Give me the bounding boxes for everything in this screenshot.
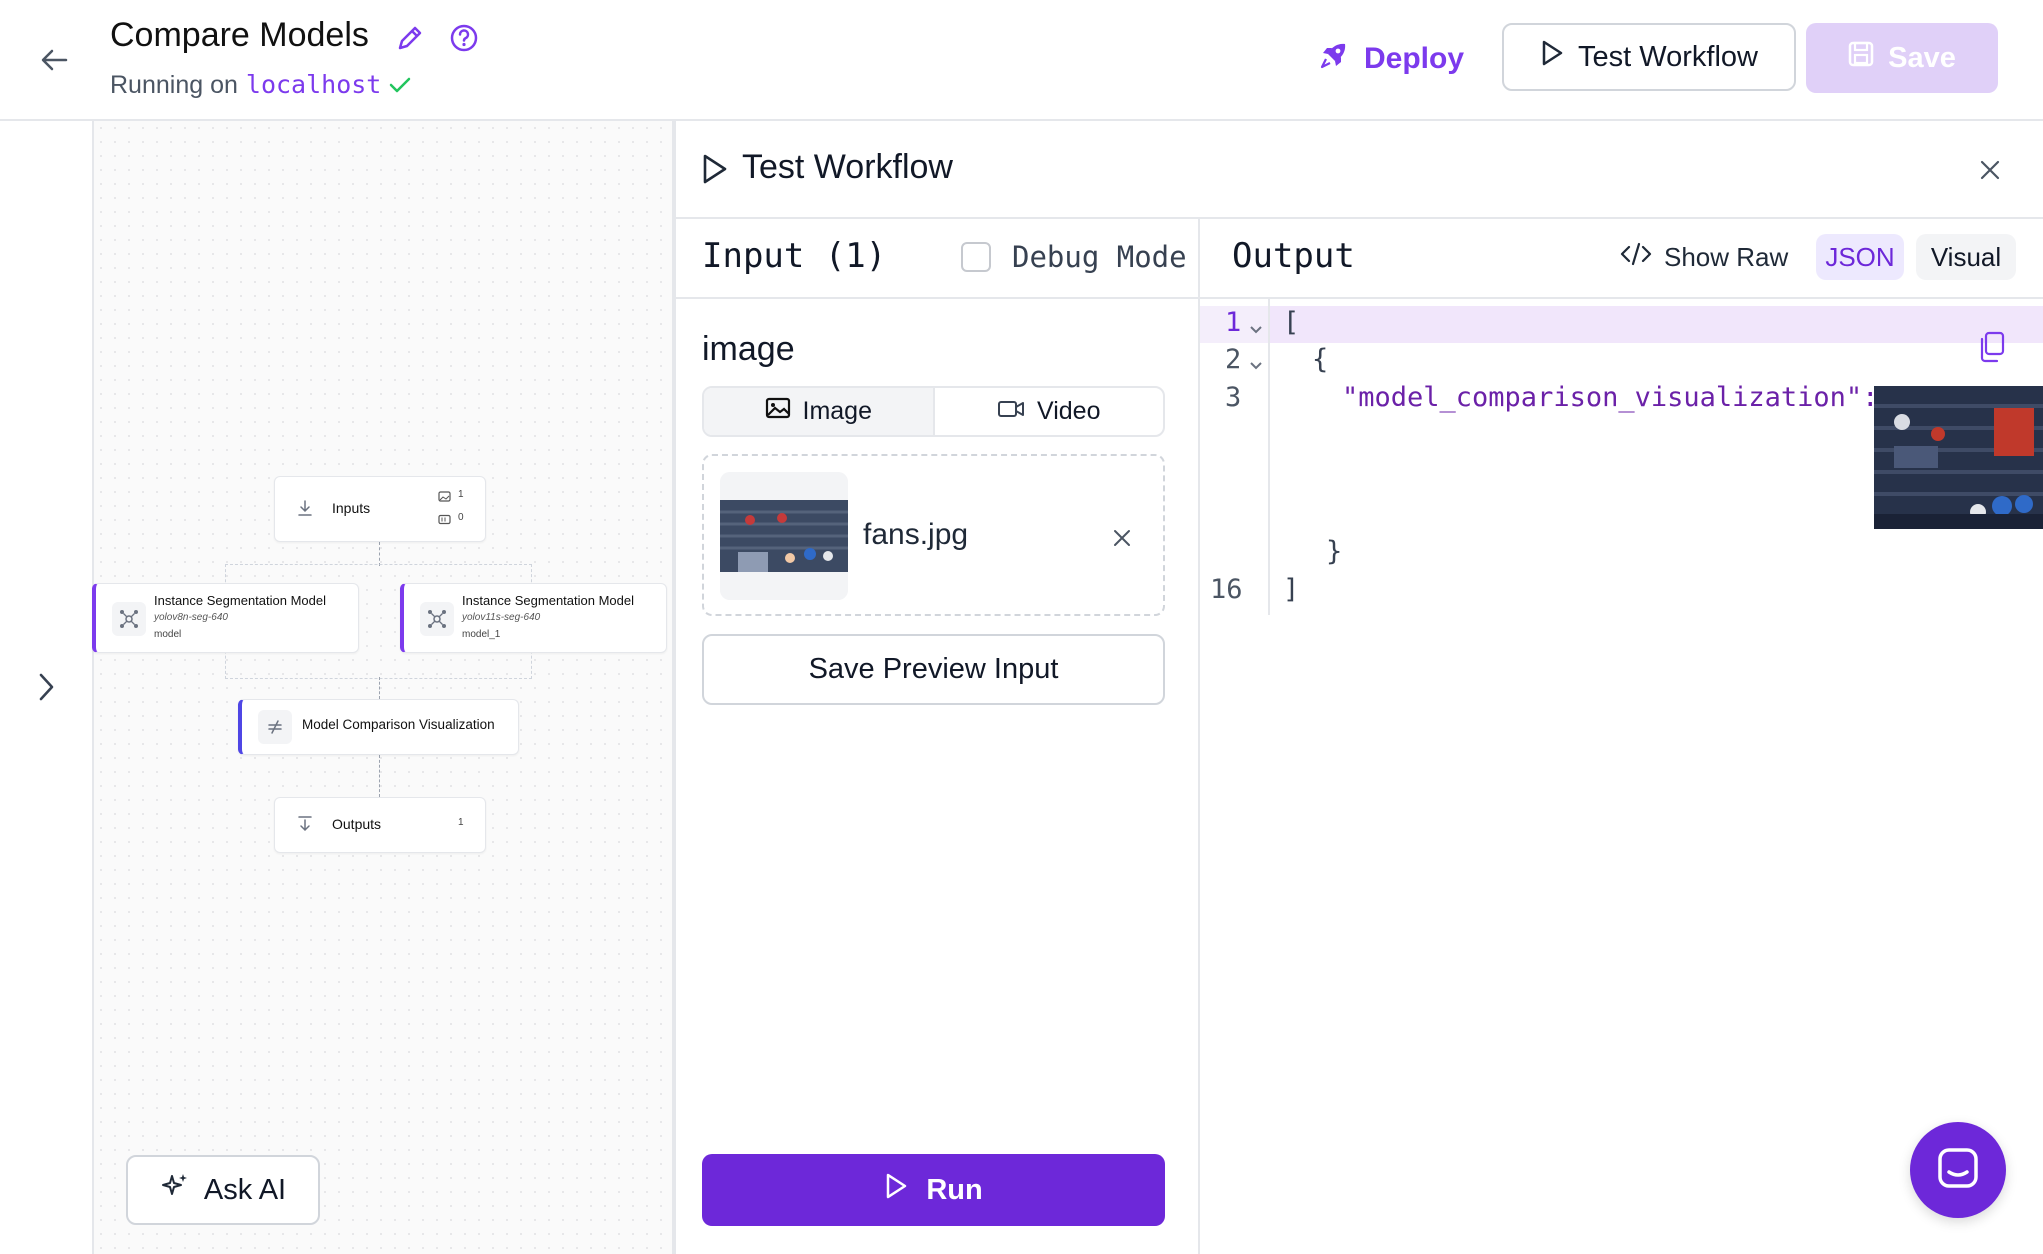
run-button[interactable]: Run: [702, 1154, 1165, 1226]
media-type-tabs: Image Video: [702, 386, 1165, 437]
save-button[interactable]: Save: [1806, 23, 1998, 93]
panel-title: Test Workflow: [742, 148, 953, 186]
inputs-node[interactable]: Inputs 1 0: [274, 476, 486, 542]
check-icon: [389, 72, 411, 100]
help-circle-icon[interactable]: [448, 22, 480, 54]
instance-segmentation-node[interactable]: Instance Segmentation Model yolov11s-seg…: [400, 583, 667, 653]
outputs-count: 1: [458, 817, 464, 828]
fold-chevron-icon[interactable]: [1249, 358, 1263, 376]
outputs-node-label: Outputs: [332, 816, 382, 832]
node-label: Instance Segmentation Model: [462, 593, 634, 608]
tab-visual[interactable]: Visual: [1916, 234, 2016, 280]
save-preview-input-button[interactable]: Save Preview Input: [702, 634, 1165, 705]
input-section-title: Input (1): [702, 236, 887, 276]
file-name: fans.jpg: [863, 518, 969, 551]
output-visualization-image: [1874, 386, 2043, 529]
debug-mode-label[interactable]: Debug Mode: [1012, 240, 1187, 274]
node-model-id: yolov8n-seg-640: [154, 612, 228, 623]
code-line: {: [1312, 344, 1329, 375]
close-icon[interactable]: [1978, 158, 2002, 182]
connector-line: [379, 542, 380, 566]
test-workflow-label: Test Workflow: [1578, 40, 1758, 73]
play-icon: [1540, 39, 1564, 75]
divider: [676, 297, 1198, 299]
node-model-id: yolov11s-seg-640: [462, 612, 541, 623]
node-output-name: model_1: [462, 629, 501, 640]
line-number: 2: [1225, 344, 1242, 375]
code-line: }: [1326, 536, 1343, 567]
floppy-disk-icon: [1848, 41, 1874, 75]
output-section-title: Output: [1232, 236, 1355, 276]
video-icon: [997, 397, 1025, 426]
node-output-name: model: [154, 629, 182, 640]
tab-video[interactable]: Video: [935, 388, 1164, 435]
line-number: 3: [1225, 382, 1242, 413]
json-key: "model_comparison_visualization":: [1342, 382, 1879, 413]
show-raw-button[interactable]: Show Raw: [1620, 238, 1788, 276]
rocket-icon: [1318, 39, 1350, 79]
code-icon: [1620, 242, 1652, 273]
chat-widget-button[interactable]: [1910, 1122, 2006, 1218]
ask-ai-label: Ask AI: [203, 1173, 287, 1206]
ask-ai-button[interactable]: Ask AI: [126, 1155, 320, 1225]
line-number: 1: [1225, 307, 1242, 338]
running-status: Running on localhost: [110, 70, 411, 101]
chevron-right-icon[interactable]: [32, 670, 60, 704]
input-image-thumbnail: [720, 472, 848, 600]
deploy-button[interactable]: Deploy: [1318, 36, 1464, 81]
model-comparison-visualization-node[interactable]: Model Comparison Visualization: [238, 699, 519, 755]
line-number: 16: [1210, 574, 1243, 605]
not-equal-icon: [258, 710, 292, 744]
node-label: Instance Segmentation Model: [154, 593, 326, 608]
tab-image[interactable]: Image: [704, 388, 935, 435]
test-workflow-button[interactable]: Test Workflow: [1502, 23, 1796, 91]
download-icon: [297, 499, 313, 520]
node-label: Model Comparison Visualization: [302, 717, 495, 732]
download-icon: [297, 815, 313, 836]
host-name: localhost: [245, 70, 382, 99]
outputs-node[interactable]: Outputs 1: [274, 797, 486, 853]
instance-segmentation-node[interactable]: Instance Segmentation Model yolov8n-seg-…: [92, 583, 359, 653]
show-raw-label: Show Raw: [1664, 241, 1789, 272]
sparkles-icon: [160, 1171, 190, 1209]
image-input-icon: [438, 489, 451, 505]
fold-chevron-icon[interactable]: [1249, 322, 1263, 340]
run-label: Run: [926, 1173, 983, 1206]
save-label: Save: [1888, 41, 1956, 74]
tab-video-label: Video: [1037, 397, 1101, 425]
image-input-count: 1: [458, 489, 464, 500]
tab-json[interactable]: JSON: [1816, 234, 1904, 280]
deploy-label: Deploy: [1364, 41, 1465, 75]
code-line: [: [1283, 307, 1300, 338]
remove-file-icon[interactable]: [1110, 526, 1134, 550]
debug-mode-checkbox[interactable]: [961, 242, 991, 272]
input-column: [676, 219, 1200, 1254]
code-line: ]: [1283, 574, 1300, 605]
back-arrow-icon[interactable]: [36, 40, 72, 80]
tab-image-label: Image: [802, 397, 872, 425]
segmentation-icon: [112, 602, 146, 636]
workflow-canvas[interactable]: Inputs 1 0 Instance Segmentation Model y…: [92, 121, 672, 1254]
connector-line: [379, 755, 380, 797]
segmentation-icon: [420, 602, 454, 636]
inputs-node-label: Inputs: [332, 500, 371, 516]
video-input-count: 0: [458, 512, 464, 523]
input-field-label: image: [702, 330, 795, 368]
play-icon: [884, 1172, 908, 1208]
divider: [1200, 297, 2043, 299]
edit-pencil-icon[interactable]: [395, 23, 425, 53]
running-prefix: Running on: [110, 71, 238, 99]
chat-icon: [1934, 1144, 1982, 1197]
connector-line: [379, 677, 380, 699]
active-line-highlight: [1270, 306, 2043, 343]
workflow-title: Compare Models: [110, 16, 369, 54]
image-icon: [765, 397, 791, 426]
video-input-icon: [438, 512, 451, 528]
copy-icon[interactable]: [1977, 330, 2007, 364]
play-icon: [700, 152, 730, 186]
